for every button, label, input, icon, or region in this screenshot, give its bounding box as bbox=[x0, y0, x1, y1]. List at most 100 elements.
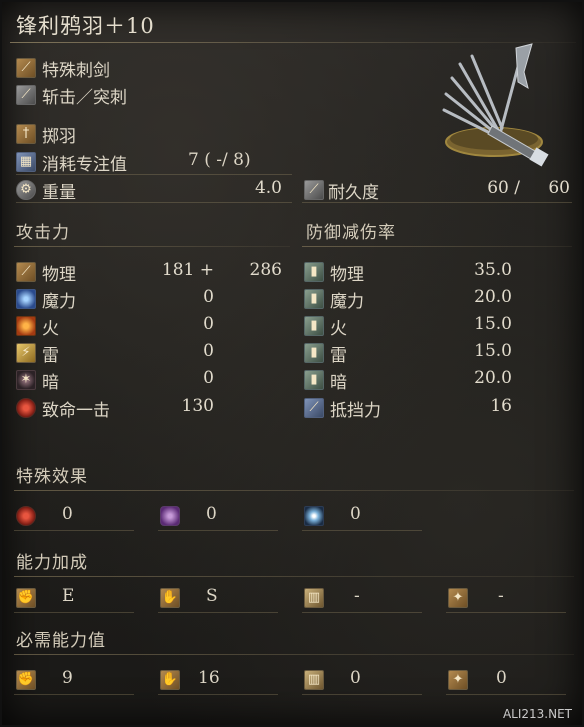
fp-cost-value: 7 ( -/ 8) bbox=[188, 150, 251, 170]
requirements-header: 必需能力值 bbox=[16, 631, 106, 651]
attack-type: 斩击／突刺 bbox=[42, 88, 127, 108]
attack-physical-bonus: 286 bbox=[249, 260, 282, 280]
attack-critical-value: 130 bbox=[181, 396, 214, 416]
weight-underline bbox=[16, 202, 292, 203]
req-faith-value: 0 bbox=[496, 668, 507, 688]
scaling-faith-underline bbox=[446, 612, 566, 613]
weight-label: 重量 bbox=[42, 183, 76, 203]
weight-value: 4.0 bbox=[254, 178, 282, 198]
attack-dark-label: 暗 bbox=[42, 373, 59, 393]
durability-label: 耐久度 bbox=[328, 183, 379, 203]
defense-lightning-label: 雷 bbox=[330, 346, 347, 366]
faith-icon: ✦ bbox=[448, 588, 468, 608]
attack-dark-value: 0 bbox=[203, 368, 214, 388]
req-strength-underline bbox=[14, 694, 134, 695]
physical-def-icon: ▮ bbox=[304, 262, 324, 282]
sword-type-icon: ⟋ bbox=[16, 58, 36, 78]
scaling-dexterity-underline bbox=[158, 612, 278, 613]
strength-req-icon: ✊ bbox=[16, 670, 36, 690]
defense-magic-value: 20.0 bbox=[474, 287, 512, 307]
faith-req-icon: ✦ bbox=[448, 670, 468, 690]
defense-header: 防御减伤率 bbox=[306, 223, 396, 243]
attack-magic-label: 魔力 bbox=[42, 292, 76, 312]
weapon-image bbox=[442, 43, 549, 167]
attack-magic-value: 0 bbox=[203, 287, 214, 307]
req-dexterity-value: 16 bbox=[198, 668, 220, 688]
defense-fire-value: 15.0 bbox=[474, 314, 512, 334]
bleed-icon bbox=[16, 506, 36, 526]
defense-header-line bbox=[302, 246, 572, 247]
lightning-icon: ⚡ bbox=[16, 343, 36, 363]
defense-dark-label: 暗 bbox=[330, 373, 347, 393]
defense-stability-value: 16 bbox=[490, 396, 512, 416]
watermark: ALI213.NET bbox=[502, 707, 572, 721]
scaling-header-line bbox=[14, 576, 574, 577]
attack-lightning-value: 0 bbox=[203, 341, 214, 361]
requirements-header-line bbox=[14, 654, 574, 655]
frost-icon bbox=[304, 506, 324, 526]
weight-icon: ⚙ bbox=[16, 180, 36, 200]
attack-critical-label: 致命一击 bbox=[42, 401, 110, 421]
scaling-dexterity-value: S bbox=[206, 586, 218, 606]
special-bleed-value: 0 bbox=[62, 504, 73, 524]
req-intelligence-value: 0 bbox=[350, 668, 361, 688]
durability-current: 60 / bbox=[487, 178, 520, 198]
defense-physical-value: 35.0 bbox=[474, 260, 512, 280]
special-frost-underline bbox=[302, 530, 422, 531]
defense-lightning-value: 15.0 bbox=[474, 341, 512, 361]
fire-def-icon: ▮ bbox=[304, 316, 324, 336]
stability-icon: ⟋ bbox=[304, 398, 324, 418]
special-poison-value: 0 bbox=[206, 504, 217, 524]
attack-header: 攻击力 bbox=[16, 223, 70, 243]
attack-lightning-label: 雷 bbox=[42, 346, 59, 366]
scaling-header: 能力加成 bbox=[16, 553, 88, 573]
strength-icon: ✊ bbox=[16, 588, 36, 608]
special-poison-underline bbox=[158, 530, 278, 531]
defense-dark-value: 20.0 bbox=[474, 368, 512, 388]
weapon-title: 锋利鸦羽＋10 bbox=[16, 14, 155, 38]
intelligence-icon: ▥ bbox=[304, 588, 324, 608]
defense-physical-label: 物理 bbox=[330, 265, 364, 285]
weapon-type: 特殊刺剑 bbox=[42, 61, 110, 81]
dark-icon: ✶ bbox=[16, 370, 36, 390]
attack-physical-value: 181 + bbox=[161, 260, 214, 280]
defense-magic-label: 魔力 bbox=[330, 292, 364, 312]
scaling-intelligence-underline bbox=[302, 612, 422, 613]
weapon-stats-panel: 锋利鸦羽＋10 ⟋ 特殊刺剑 ⟋ 斩击／突刺 † 掷羽 ▦ 消耗专注值 7 ( … bbox=[0, 0, 584, 727]
physical-icon: ⟋ bbox=[16, 262, 36, 282]
req-intelligence-underline bbox=[302, 694, 422, 695]
attack-physical-label: 物理 bbox=[42, 265, 76, 285]
scaling-intelligence-value: - bbox=[354, 586, 360, 606]
scaling-strength-underline bbox=[14, 612, 134, 613]
attack-type-icon: ⟋ bbox=[16, 85, 36, 105]
special-bleed-underline bbox=[14, 530, 134, 531]
req-dexterity-underline bbox=[158, 694, 278, 695]
poison-icon bbox=[160, 506, 180, 526]
magic-def-icon: ▮ bbox=[304, 289, 324, 309]
defense-fire-label: 火 bbox=[330, 319, 347, 339]
dark-def-icon: ▮ bbox=[304, 370, 324, 390]
durability-underline bbox=[302, 202, 572, 203]
attack-header-line bbox=[14, 246, 290, 247]
fire-icon bbox=[16, 316, 36, 336]
scaling-strength-value: E bbox=[62, 586, 75, 606]
dexterity-req-icon: ✋ bbox=[160, 670, 180, 690]
durability-icon: ⟋ bbox=[304, 180, 324, 200]
critical-icon bbox=[16, 398, 36, 418]
durability-max: 60 bbox=[548, 178, 570, 198]
special-header-line bbox=[14, 490, 574, 491]
magic-icon bbox=[16, 289, 36, 309]
defense-stability-label: 抵挡力 bbox=[330, 401, 381, 421]
req-faith-underline bbox=[446, 694, 566, 695]
skill-icon: † bbox=[16, 124, 36, 144]
fp-underline bbox=[16, 174, 292, 175]
skill-name: 掷羽 bbox=[42, 127, 76, 147]
req-strength-value: 9 bbox=[62, 668, 73, 688]
attack-fire-value: 0 bbox=[203, 314, 214, 334]
fp-cost-label: 消耗专注值 bbox=[42, 155, 127, 175]
dexterity-icon: ✋ bbox=[160, 588, 180, 608]
scaling-faith-value: - bbox=[498, 586, 504, 606]
lightning-def-icon: ▮ bbox=[304, 343, 324, 363]
intelligence-req-icon: ▥ bbox=[304, 670, 324, 690]
special-frost-value: 0 bbox=[350, 504, 361, 524]
